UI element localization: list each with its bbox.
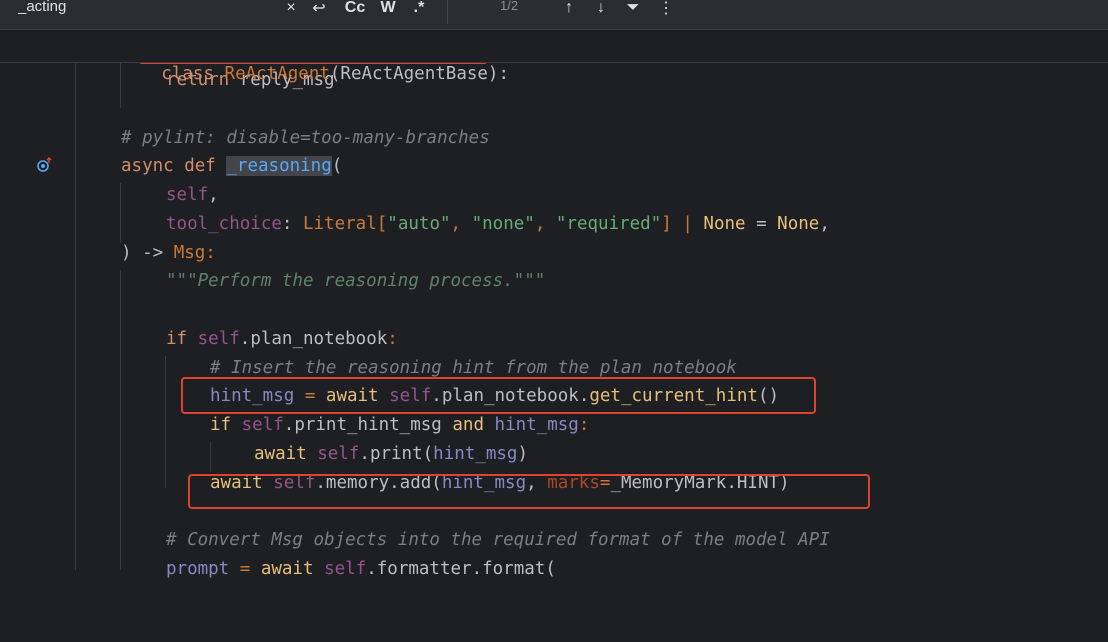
return-type: Msg: [173, 243, 206, 263]
and-keyword: and: [452, 415, 484, 435]
self-param: self: [166, 185, 209, 205]
none-default: None: [777, 214, 820, 234]
code-line: async def _reasoning(: [0, 152, 1108, 181]
code-line: if self.plan_notebook:: [0, 325, 1108, 354]
code-line: self,: [0, 181, 1108, 210]
hint-msg-var: hint_msg: [441, 473, 527, 493]
call-parens: (): [757, 386, 780, 406]
code-line: ) -> Msg:: [0, 239, 1108, 268]
find-bar: × ↩ Cc W .* 1/2 ↑ ↓ ⏷ ⋮: [0, 0, 1108, 30]
docstring: """Perform the reasoning process.""": [166, 271, 546, 291]
hint-msg-var: hint_msg: [210, 386, 295, 406]
bracket: [: [376, 214, 388, 234]
prompt-var: prompt: [166, 559, 230, 579]
await-keyword: await: [325, 386, 379, 406]
pipe: |: [671, 214, 704, 234]
comma: ,: [819, 214, 830, 234]
find-bar-separator: [447, 0, 448, 24]
attribute: .print_hint_msg: [283, 415, 442, 435]
code-line: tool_choice: Literal["auto", "none", "re…: [166, 214, 830, 234]
code-line: await self.memory.add(hint_msg, marks=_M…: [210, 473, 790, 493]
class-name: ReActAgent: [224, 64, 330, 84]
code-editor[interactable]: class ReActAgent(ReActAgentBase): return…: [0, 30, 1108, 579]
def-keyword: def: [184, 156, 216, 176]
search-input[interactable]: [12, 0, 288, 16]
bracket: ]: [661, 214, 672, 234]
undo-icon[interactable]: ↩: [308, 0, 330, 19]
previous-occurrence-button[interactable]: ↑: [558, 0, 580, 19]
clear-search-button[interactable]: ×: [283, 0, 299, 19]
match-case-button[interactable]: Cc: [342, 0, 368, 19]
colon: :: [578, 415, 590, 435]
equals: =: [745, 214, 778, 234]
if-keyword: if: [210, 415, 232, 435]
self-ref: self: [197, 329, 240, 349]
code-line: hint_msg = await self.plan_notebook.get_…: [210, 386, 780, 406]
filter-icon[interactable]: ⏷: [622, 0, 644, 19]
match-count: 1/2: [500, 0, 519, 13]
await-keyword: await: [210, 473, 263, 493]
self-ref: self: [273, 473, 316, 493]
get-hint-call: get_current_hint: [589, 386, 758, 406]
colon: :: [387, 329, 398, 349]
literal-type: Literal: [302, 214, 377, 234]
await-keyword: await: [254, 444, 307, 464]
sticky-class-header[interactable]: class ReActAgent(ReActAgentBase):: [0, 30, 1108, 84]
hint-msg-var: hint_msg: [433, 444, 518, 464]
hint-msg-var: hint_msg: [494, 415, 579, 435]
code-line: # Convert Msg objects into the required …: [0, 526, 1108, 555]
insert-hint-comment: # Insert the reasoning hint from the pla…: [210, 358, 737, 378]
self-ref: self: [389, 386, 432, 406]
memory-add-call: .memory.add(: [315, 473, 442, 493]
async-keyword: async: [121, 156, 174, 176]
whole-words-button[interactable]: W: [377, 0, 399, 19]
colon: :: [205, 243, 216, 263]
if-keyword: if: [166, 329, 188, 349]
formatter-call: .formatter.format(: [366, 559, 556, 579]
pylint-comment: # pylint: disable=too-many-branches: [121, 128, 490, 148]
colon: :: [281, 214, 303, 234]
return-arrow: ) ->: [121, 243, 174, 263]
string-required: "required": [555, 214, 662, 234]
next-occurrence-button[interactable]: ↓: [590, 0, 612, 19]
code-line: await self.print(hint_msg): [254, 444, 529, 464]
code-line: """Perform the reasoning process.""": [0, 267, 1108, 296]
memory-mark-hint: _MemoryMark.HINT): [610, 473, 790, 493]
class-base: (ReActAgentBase):: [329, 64, 510, 84]
function-name: _reasoning: [226, 156, 332, 176]
self-ref: self: [317, 444, 360, 464]
attribute: .plan_notebook: [239, 329, 388, 349]
code-line: if self.print_hint_msg and hint_msg:: [0, 411, 1108, 440]
none-type: None: [703, 214, 746, 234]
code-line: # Insert the reasoning hint from the pla…: [0, 354, 1108, 383]
self-ref: self: [324, 559, 367, 579]
attribute: .plan_notebook: [431, 386, 579, 406]
await-keyword: await: [260, 559, 314, 579]
code-line: # pylint: disable=too-many-branches: [0, 124, 1108, 153]
self-ref: self: [241, 415, 284, 435]
comma: ,: [208, 185, 219, 205]
string-none: "none": [471, 214, 535, 234]
convert-comment: # Convert Msg objects into the required …: [166, 530, 830, 550]
equals: =: [599, 473, 611, 493]
print-call: print: [369, 444, 423, 464]
more-options-button[interactable]: ⋮: [656, 0, 676, 19]
class-keyword: class: [161, 64, 214, 84]
regex-button[interactable]: .*: [408, 0, 430, 19]
paren: (: [331, 156, 343, 176]
string-auto: "auto": [387, 214, 451, 234]
marks-kwarg: marks: [547, 473, 600, 493]
tool-choice-param: tool_choice: [166, 214, 282, 234]
